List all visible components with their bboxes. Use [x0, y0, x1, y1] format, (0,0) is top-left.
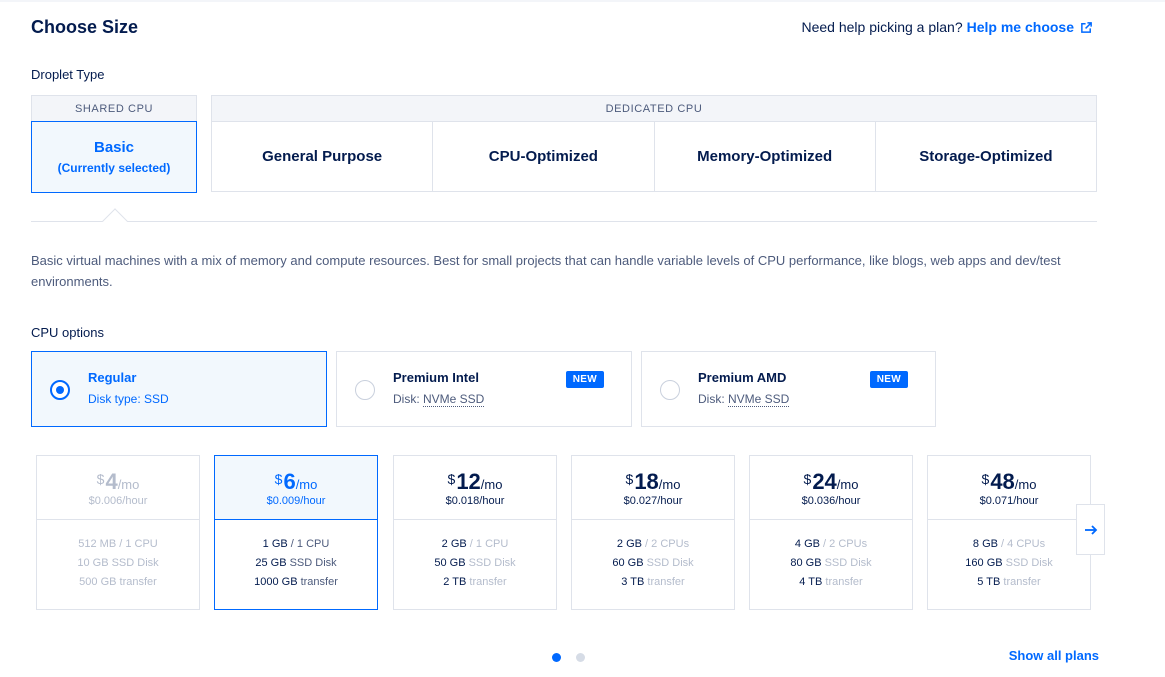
- plan-price: $4/mo: [96, 469, 140, 494]
- tab-divider: [31, 221, 1097, 222]
- plan-hourly: $0.006/hour: [88, 495, 148, 507]
- cpu-option-premium-amd[interactable]: Premium AMD Disk: NVMe SSD NEW: [641, 351, 936, 427]
- plan-card-6[interactable]: $6/mo $0.009/hour 1 GB / 1 CPU 25 GB SSD…: [214, 455, 378, 610]
- plan-specs: 2 GB / 1 CPU 50 GB SSD Disk 2 TB transfe…: [434, 538, 516, 588]
- external-link-icon: [1081, 21, 1092, 33]
- cpu-options-label: CPU options: [31, 325, 104, 340]
- carousel-dot-1[interactable]: [552, 653, 561, 662]
- droplet-type-label: Droplet Type: [31, 67, 105, 82]
- plan-specs: 512 MB / 1 CPU 10 GB SSD Disk 500 GB tra…: [77, 538, 159, 588]
- plan-price: $6/mo: [274, 469, 318, 494]
- arrow-right-icon: [1084, 524, 1097, 535]
- plan-hourly: $0.018/hour: [445, 495, 505, 507]
- droplet-type-basic[interactable]: Basic (Currently selected): [31, 121, 197, 193]
- shared-cpu-group: SHARED CPU Basic (Currently selected): [31, 95, 197, 193]
- plan-card-12[interactable]: $12/mo $0.018/hour 2 GB / 1 CPU 50 GB SS…: [393, 455, 557, 610]
- plan-specs: 8 GB / 4 CPUs 160 GB SSD Disk 5 TB trans…: [965, 538, 1053, 588]
- plan-specs: 1 GB / 1 CPU 25 GB SSD Disk 1000 GB tran…: [254, 538, 338, 588]
- plan-specs: 4 GB / 2 CPUs 80 GB SSD Disk 4 TB transf…: [790, 538, 872, 588]
- cpu-option-disk: Disk: NVMe SSD: [698, 392, 790, 407]
- dedicated-cpu-group: DEDICATED CPU General Purpose CPU-Optimi…: [211, 95, 1097, 192]
- cpu-option-premium-intel[interactable]: Premium Intel Disk: NVMe SSD NEW: [336, 351, 632, 427]
- shared-cpu-header: SHARED CPU: [31, 95, 197, 121]
- basic-label: Basic: [93, 139, 135, 156]
- cpu-option-name: Regular: [88, 370, 137, 385]
- help-me-choose-label: Help me choose: [966, 19, 1074, 35]
- selected-tab-caret: [102, 208, 128, 234]
- help-me-choose-link[interactable]: Help me choose: [967, 19, 1093, 35]
- droplet-type-storage-optimized[interactable]: Storage-Optimized: [876, 122, 1096, 191]
- show-all-plans-link[interactable]: Show all plans: [1009, 648, 1099, 663]
- droplet-type-cpu-optimized[interactable]: CPU-Optimized: [433, 122, 655, 191]
- plan-specs: 2 GB / 2 CPUs 60 GB SSD Disk 3 TB transf…: [612, 538, 694, 588]
- plan-hourly: $0.071/hour: [979, 495, 1039, 507]
- dedicated-cpu-header: DEDICATED CPU: [211, 95, 1097, 121]
- basic-status: (Currently selected): [57, 161, 171, 175]
- carousel-pagination: [552, 653, 585, 662]
- help-prompt-text: Need help picking a plan?: [801, 19, 963, 35]
- plan-hourly: $0.036/hour: [801, 495, 861, 507]
- carousel-dot-2[interactable]: [576, 653, 585, 662]
- plan-card-18[interactable]: $18/mo $0.027/hour 2 GB / 2 CPUs 60 GB S…: [571, 455, 735, 610]
- cpu-option-name: Premium Intel: [393, 370, 479, 385]
- plan-card-24[interactable]: $24/mo $0.036/hour 4 GB / 2 CPUs 80 GB S…: [749, 455, 913, 610]
- radio-button[interactable]: [50, 380, 70, 400]
- cpu-option-disk: Disk: NVMe SSD: [393, 392, 485, 407]
- plan-card-4[interactable]: $4/mo $0.006/hour 512 MB / 1 CPU 10 GB S…: [36, 455, 200, 610]
- plan-price: $24/mo: [803, 469, 859, 494]
- top-divider: [0, 0, 1165, 2]
- page-title: Choose Size: [31, 17, 139, 37]
- carousel-next-button[interactable]: [1076, 504, 1105, 555]
- radio-button[interactable]: [660, 380, 680, 400]
- plan-price: $18/mo: [625, 469, 681, 494]
- new-badge: NEW: [565, 371, 604, 388]
- plan-price: $12/mo: [447, 469, 503, 494]
- plan-hourly: $0.009/hour: [266, 495, 326, 507]
- new-badge: NEW: [869, 371, 908, 388]
- plan-hourly: $0.027/hour: [623, 495, 683, 507]
- cpu-option-regular[interactable]: Regular Disk type: SSD: [31, 351, 327, 427]
- droplet-type-memory-optimized[interactable]: Memory-Optimized: [655, 122, 876, 191]
- radio-button[interactable]: [355, 380, 375, 400]
- cpu-option-disk: Disk type: SSD: [88, 392, 169, 406]
- droplet-type-general-purpose[interactable]: General Purpose: [212, 122, 434, 191]
- help-prompt: Need help picking a plan? Help me choose: [802, 19, 1094, 35]
- plan-price: $48/mo: [981, 469, 1037, 494]
- droplet-type-description: Basic virtual machines with a mix of mem…: [31, 253, 1061, 289]
- cpu-option-name: Premium AMD: [698, 370, 787, 385]
- plan-card-48[interactable]: $48/mo $0.071/hour 8 GB / 4 CPUs 160 GB …: [927, 455, 1091, 610]
